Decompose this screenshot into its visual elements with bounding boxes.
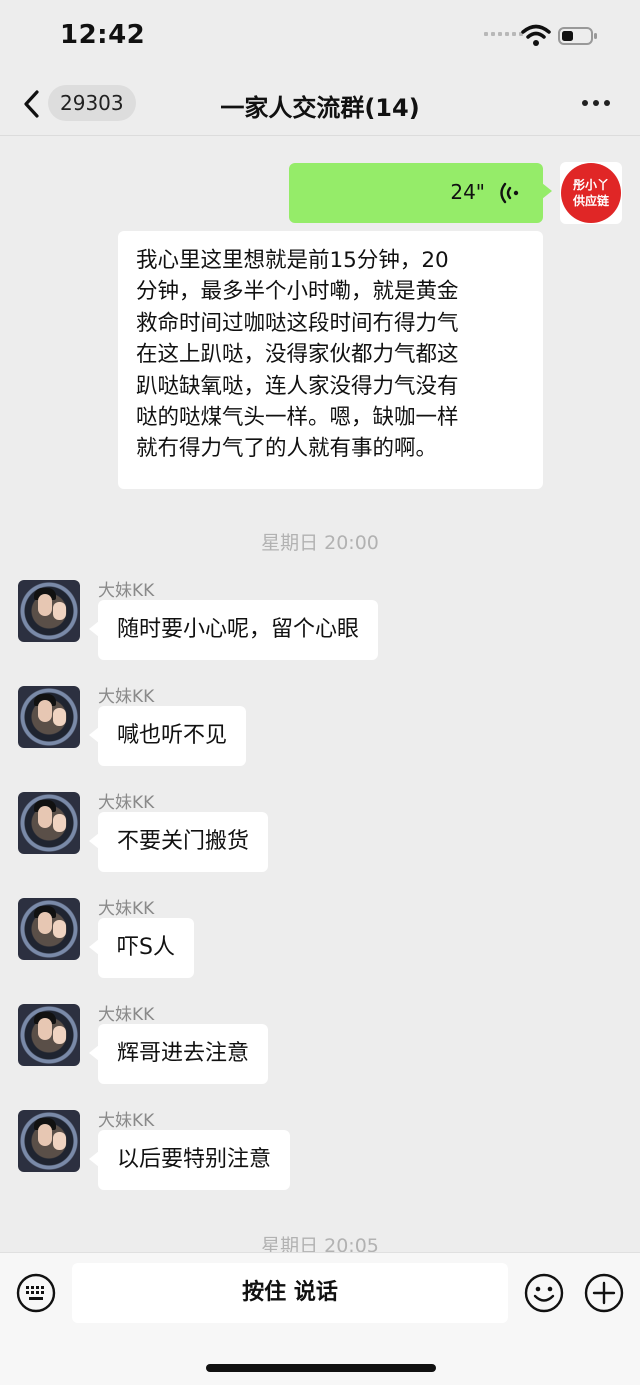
transcript-line: 救命时间过咖哒这段时间冇得力气: [136, 310, 459, 336]
message-bubble[interactable]: 吓S人: [89, 918, 194, 978]
emoji-icon[interactable]: [524, 1273, 564, 1313]
message-row: 大妹KK 以后要特别注意: [0, 1110, 640, 1210]
message-bubble[interactable]: 辉哥进去注意: [88, 1024, 269, 1084]
message-row: 大妹KK 不要关门搬货: [0, 792, 640, 892]
sender-avatar[interactable]: [18, 898, 80, 960]
transcript-line: 哒的哒煤气头一样。嗯，缺咖一样: [136, 405, 459, 431]
keyboard-icon[interactable]: [16, 1273, 56, 1313]
voice-wave-icon: [500, 182, 519, 204]
signal-icon: [484, 32, 523, 36]
voice-transcript[interactable]: 我心里这里想就是前15分钟，20 分钟，最多半个小时嘞，就是黄金 救命时间过咖哒…: [118, 231, 543, 489]
my-avatar[interactable]: 彤小丫 供应链: [560, 162, 622, 224]
sender-name: 大妹KK: [98, 581, 155, 601]
wifi-icon: [521, 24, 551, 46]
message-bubble[interactable]: 不要关门搬货: [88, 812, 269, 872]
hold-to-talk-button[interactable]: 按住 说话: [72, 1263, 508, 1323]
brand-logo: 彤小丫 供应链: [561, 163, 621, 223]
sender-avatar[interactable]: [18, 1004, 80, 1066]
message-row: 大妹KK 辉哥进去注意: [0, 1004, 640, 1104]
sender-name: 大妹KK: [98, 687, 155, 707]
message-row: 大妹KK 喊也听不见: [0, 686, 640, 786]
message-bubble[interactable]: 喊也听不见: [88, 706, 247, 766]
sender-avatar[interactable]: [18, 792, 80, 854]
message-bubble[interactable]: 以后要特别注意: [88, 1130, 291, 1190]
plus-icon[interactable]: [584, 1273, 624, 1313]
chat-title: 一家人交流群(14): [220, 94, 420, 122]
sender-name: 大妹KK: [98, 1111, 155, 1131]
chat-header: 29303 一家人交流群(14): [0, 72, 640, 136]
status-time: 12:42: [60, 20, 146, 50]
sender-name: 大妹KK: [98, 793, 155, 813]
sender-name: 大妹KK: [98, 899, 155, 919]
transcript-line: 趴哒缺氧哒，连人家没得力气没有: [136, 373, 459, 399]
transcript-line: 在这上趴哒，没得家伙都力气都这: [136, 342, 459, 368]
transcript-line: 就冇得力气了的人就有事的啊。: [136, 436, 438, 462]
sender-avatar[interactable]: [18, 580, 80, 642]
transcript-line: 分钟，最多半个小时嘞，就是黄金: [136, 279, 459, 305]
home-indicator[interactable]: [206, 1364, 436, 1372]
sender-name: 大妹KK: [98, 1005, 155, 1025]
battery-icon: [558, 27, 597, 45]
status-bar: 12:42: [0, 0, 640, 72]
transcript-line: 我心里这里想就是前15分钟，20: [136, 248, 449, 273]
voice-message-bubble[interactable]: 24": [289, 163, 552, 223]
message-row: 大妹KK 吓S人: [0, 898, 640, 998]
sender-avatar[interactable]: [18, 686, 80, 748]
sender-avatar[interactable]: [18, 1110, 80, 1172]
voice-duration: 24": [450, 180, 485, 204]
more-options-icon[interactable]: [582, 100, 610, 106]
message-row: 大妹KK 随时要小心呢，留个心眼: [0, 580, 640, 680]
message-bubble[interactable]: 随时要小心呢，留个心眼: [88, 600, 379, 660]
message-timestamp: 星期日 20:00: [261, 532, 379, 554]
